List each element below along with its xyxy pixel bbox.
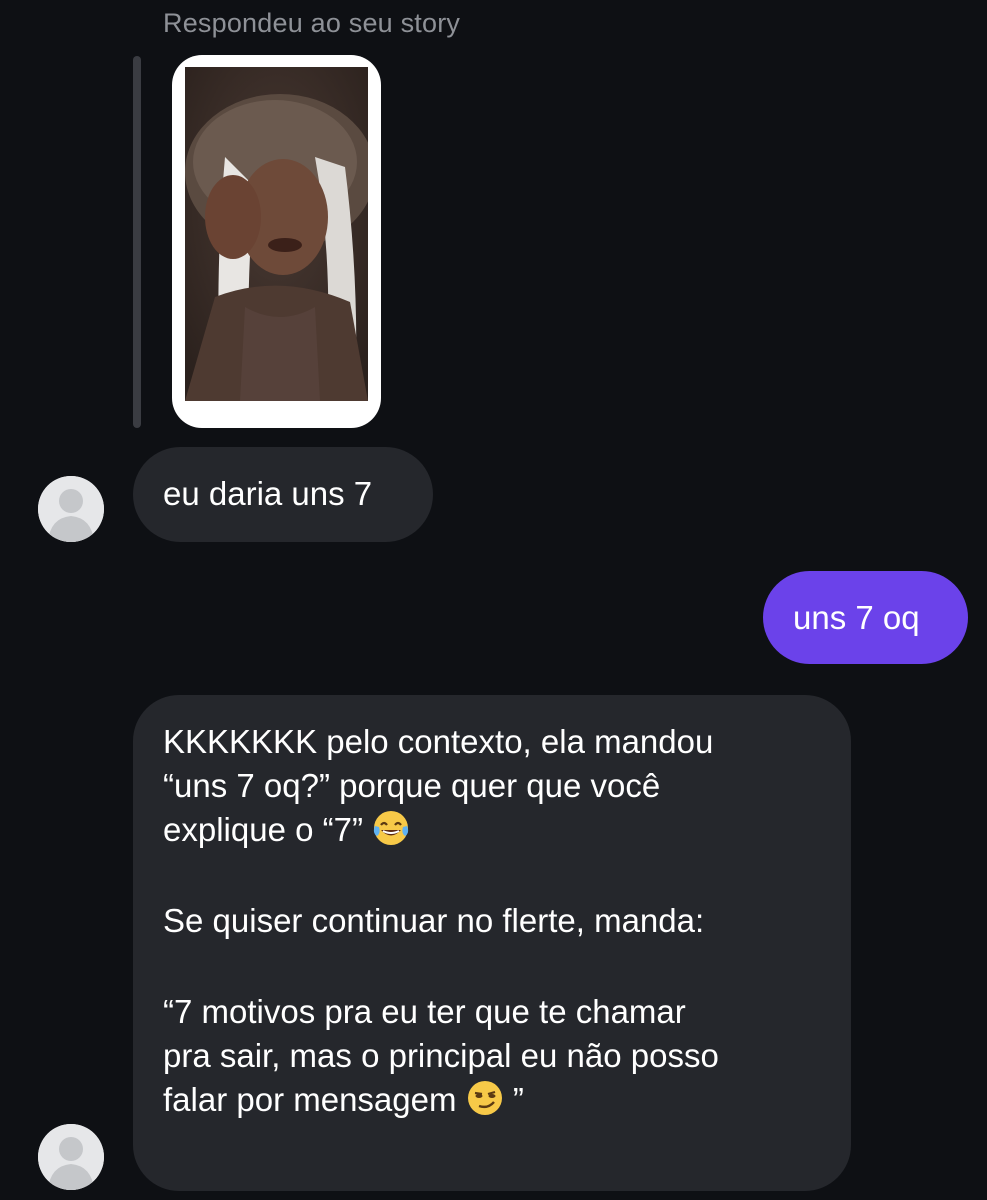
story-photo xyxy=(185,67,368,401)
default-avatar-icon xyxy=(38,1124,104,1190)
sender-avatar[interactable] xyxy=(38,1124,104,1190)
message-paragraph: “7 motivos pra eu ter que te chamar pra … xyxy=(163,990,831,1122)
story-reply-caption: Respondeu ao seu story xyxy=(163,8,461,38)
message-text: eu daria uns 7 xyxy=(163,475,373,512)
message-text: KKKKKKK pelo contexto, ela mandou “uns 7… xyxy=(163,723,714,848)
chat-thread: Respondeu ao seu story eu daria uns 7 un… xyxy=(0,0,987,1200)
message-bubble-received[interactable]: KKKKKKK pelo contexto, ela mandou “uns 7… xyxy=(133,695,851,1191)
message-paragraph: Se quiser continuar no flerte, manda: xyxy=(163,902,705,939)
closing-quote: ” xyxy=(512,1081,524,1118)
story-thumbnail[interactable] xyxy=(172,55,381,428)
default-avatar-icon xyxy=(38,476,104,542)
reply-indicator-bar xyxy=(133,56,141,428)
face-with-tears-of-joy-icon xyxy=(372,809,410,847)
message-paragraph: KKKKKKK pelo contexto, ela mandou “uns 7… xyxy=(163,720,831,852)
smirking-face-icon xyxy=(466,1079,504,1117)
message-bubble-sent[interactable]: uns 7 oq xyxy=(763,571,968,664)
message-text: “7 motivos pra eu ter que te chamar pra … xyxy=(163,993,719,1118)
message-text: uns 7 oq xyxy=(793,599,920,636)
message-bubble-received[interactable]: eu daria uns 7 xyxy=(133,447,433,542)
sender-avatar[interactable] xyxy=(38,476,104,542)
